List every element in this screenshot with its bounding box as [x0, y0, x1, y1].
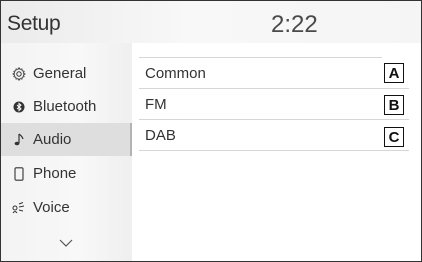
callout-label: A — [384, 63, 404, 83]
sidebar-item-label: General — [33, 65, 87, 82]
list-item-label: Common — [145, 64, 206, 82]
sidebar-item-bluetooth[interactable]: Bluetooth — [1, 90, 132, 123]
page-title: Setup — [7, 12, 61, 35]
setup-screen: Setup 2:22 General Bluetooth Audio Phone… — [0, 0, 422, 262]
chevron-down-icon[interactable] — [59, 235, 73, 247]
list-item-fm[interactable]: FM — [139, 89, 409, 120]
sidebar-item-label: Phone — [33, 165, 77, 182]
sidebar-item-general[interactable]: General — [1, 57, 132, 90]
bluetooth-icon — [11, 99, 27, 115]
sidebar-item-voice[interactable]: Voice — [1, 191, 132, 224]
header-bar: Setup 2:22 — [1, 1, 421, 43]
voice-icon — [11, 200, 27, 216]
list-item-common[interactable]: Common — [139, 58, 409, 89]
sidebar-item-label: Audio — [33, 131, 72, 148]
gear-icon — [11, 66, 27, 82]
callout-label: B — [384, 95, 404, 115]
clock: 2:22 — [271, 11, 318, 38]
callout-label: C — [384, 127, 404, 147]
list-item-label: DAB — [145, 126, 176, 144]
phone-icon — [11, 166, 27, 182]
sidebar-item-label: Voice — [33, 199, 70, 216]
music-note-icon — [11, 132, 27, 148]
list-item-label: FM — [145, 95, 167, 113]
sidebar-item-audio[interactable]: Audio — [1, 123, 132, 156]
sidebar-item-label: Bluetooth — [33, 98, 97, 115]
sidebar: General Bluetooth Audio Phone Voice — [1, 43, 132, 261]
list-item-dab[interactable]: DAB — [139, 120, 409, 151]
sidebar-item-phone[interactable]: Phone — [1, 157, 132, 190]
